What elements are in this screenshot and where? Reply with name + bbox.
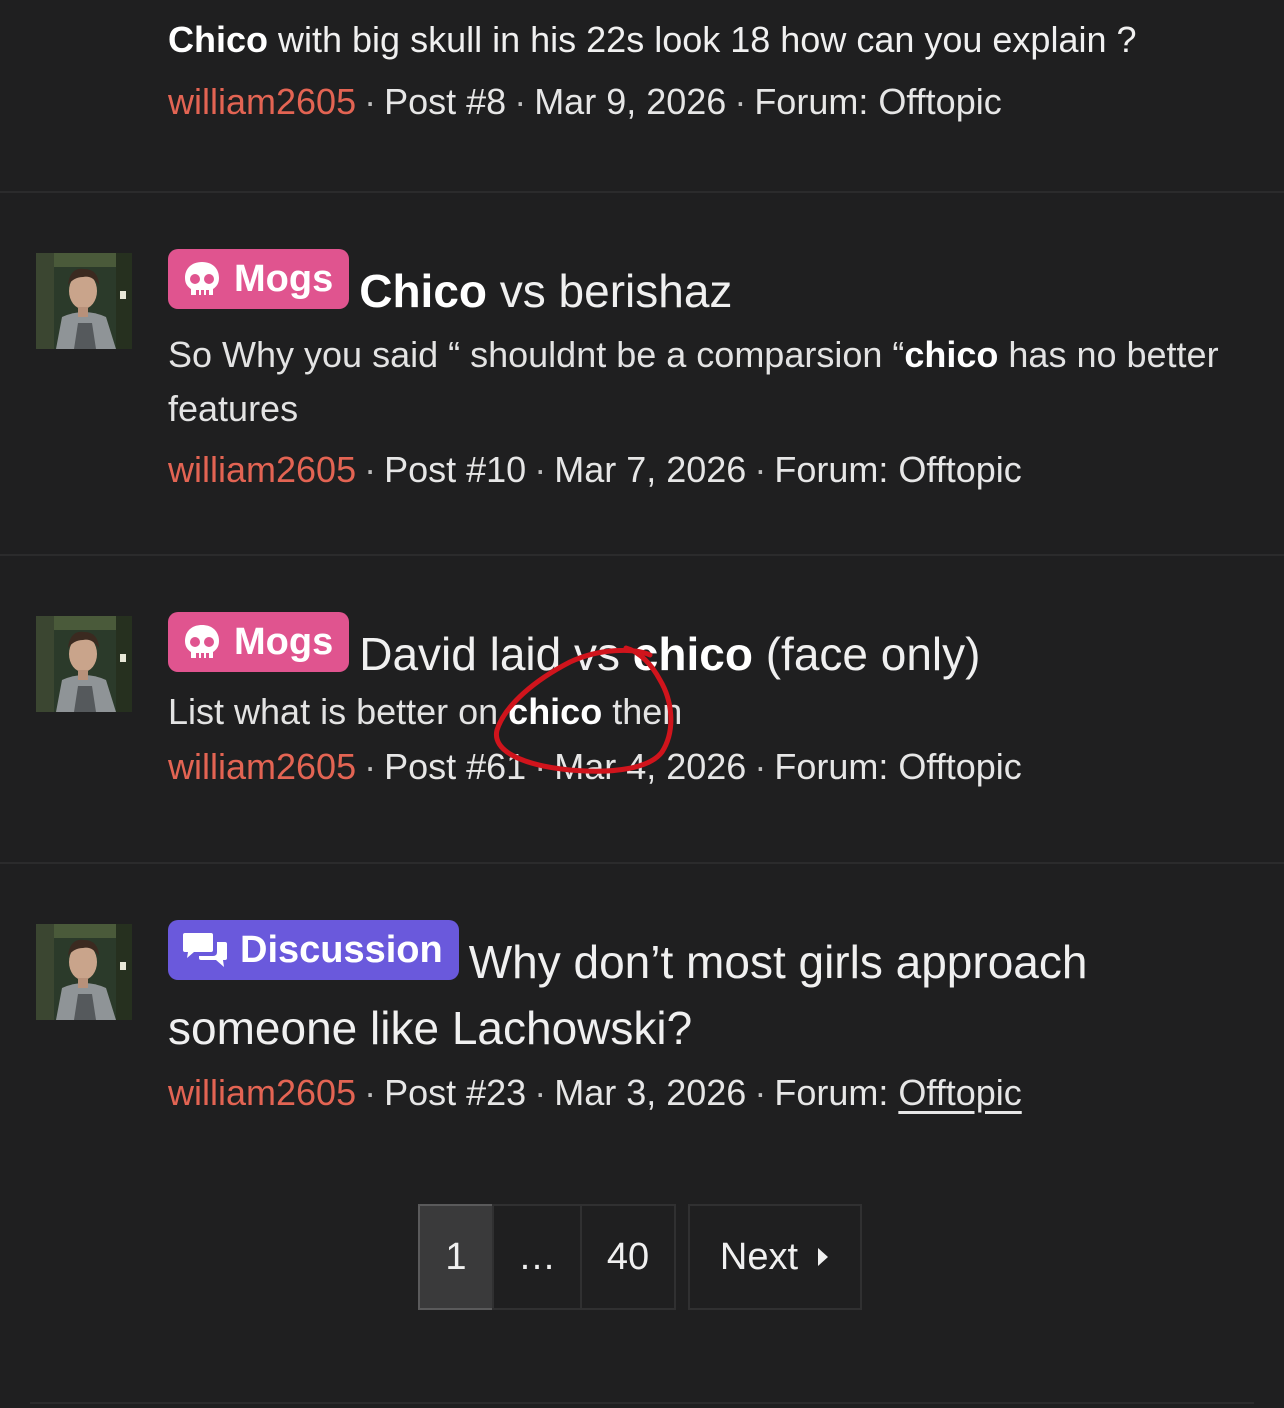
page-40-button[interactable]: 40 bbox=[580, 1204, 676, 1310]
avatar[interactable] bbox=[36, 253, 132, 349]
prefix-label-mogs[interactable]: Mogs bbox=[168, 612, 350, 672]
forum-link[interactable]: Offtopic bbox=[898, 1072, 1021, 1113]
forum-link[interactable]: Offtopic bbox=[898, 449, 1021, 490]
username-link[interactable]: william2605 bbox=[168, 1072, 356, 1113]
post-number[interactable]: Post #61 bbox=[384, 746, 526, 787]
next-label: Next bbox=[719, 1235, 799, 1278]
forum-prefix: Forum: bbox=[774, 746, 899, 787]
post-date: Mar 9, 2026 bbox=[534, 81, 727, 122]
result-title[interactable]: Chico with big skull in his 22s look 18 … bbox=[168, 14, 1248, 66]
result-snippet: List what is better on chico then bbox=[168, 691, 683, 732]
search-results-page: Chico with big skull in his 22s look 18 … bbox=[0, 0, 1284, 1408]
result-title[interactable]: Mogs David laid vs chico (face only) bbox=[168, 612, 1248, 687]
forum-prefix: Forum: bbox=[774, 1072, 899, 1113]
next-page-button[interactable]: Next bbox=[688, 1204, 862, 1310]
post-number[interactable]: Post #23 bbox=[384, 1072, 526, 1113]
username-link[interactable]: william2605 bbox=[168, 81, 356, 122]
post-date: Mar 3, 2026 bbox=[554, 1072, 747, 1113]
search-result: Chico with big skull in his 22s look 18 … bbox=[0, 0, 1284, 193]
result-meta: william2605 · Post #10 · Mar 7, 2026 · Forum: … bbox=[168, 449, 1022, 490]
result-title[interactable]: Discussion Why don’t most girls approach … bbox=[168, 920, 1248, 1061]
forum-link[interactable]: Offtopic bbox=[878, 81, 1001, 122]
search-result: Mogs Chico vs berishaz So Why you said “ … bbox=[0, 193, 1284, 556]
result-meta: william2605 · Post #61 · Mar 4, 2026 · Forum: … bbox=[168, 746, 1022, 787]
post-date: Mar 7, 2026 bbox=[554, 449, 747, 490]
search-result: Mogs David laid vs chico (face only) List… bbox=[0, 556, 1284, 864]
divider bbox=[30, 1402, 1254, 1404]
search-result: Discussion Why don’t most girls approach … bbox=[0, 864, 1284, 1154]
avatar[interactable] bbox=[36, 924, 132, 1020]
post-number[interactable]: Post #8 bbox=[384, 81, 506, 122]
forum-prefix: Forum: bbox=[754, 81, 879, 122]
avatar[interactable] bbox=[36, 616, 132, 712]
pagination: 1 … 40 Next bbox=[418, 1204, 862, 1310]
username-link[interactable]: william2605 bbox=[168, 449, 356, 490]
post-number[interactable]: Post #10 bbox=[384, 449, 526, 490]
speech-bubbles-icon bbox=[183, 933, 227, 967]
caret-right-icon bbox=[818, 1248, 829, 1266]
result-title[interactable]: Mogs Chico vs berishaz bbox=[168, 249, 1248, 324]
prefix-label-mogs[interactable]: Mogs bbox=[168, 249, 350, 309]
result-meta: william2605 · Post #23 · Mar 3, 2026 · Forum: … bbox=[168, 1072, 1022, 1113]
page-1-button[interactable]: 1 bbox=[418, 1204, 494, 1310]
prefix-label-discussion[interactable]: Discussion bbox=[168, 920, 459, 980]
post-date: Mar 4, 2026 bbox=[554, 746, 747, 787]
page-jump-ellipsis[interactable]: … bbox=[492, 1204, 582, 1310]
forum-prefix: Forum: bbox=[774, 449, 899, 490]
skull-icon bbox=[185, 262, 219, 295]
skull-icon bbox=[185, 625, 219, 658]
username-link[interactable]: william2605 bbox=[168, 746, 356, 787]
forum-link[interactable]: Offtopic bbox=[898, 746, 1021, 787]
result-snippet: So Why you said “ shouldnt be a comparsi… bbox=[168, 334, 1219, 429]
result-meta: william2605 · Post #8 · Mar 9, 2026 · Forum: O… bbox=[168, 81, 1002, 122]
